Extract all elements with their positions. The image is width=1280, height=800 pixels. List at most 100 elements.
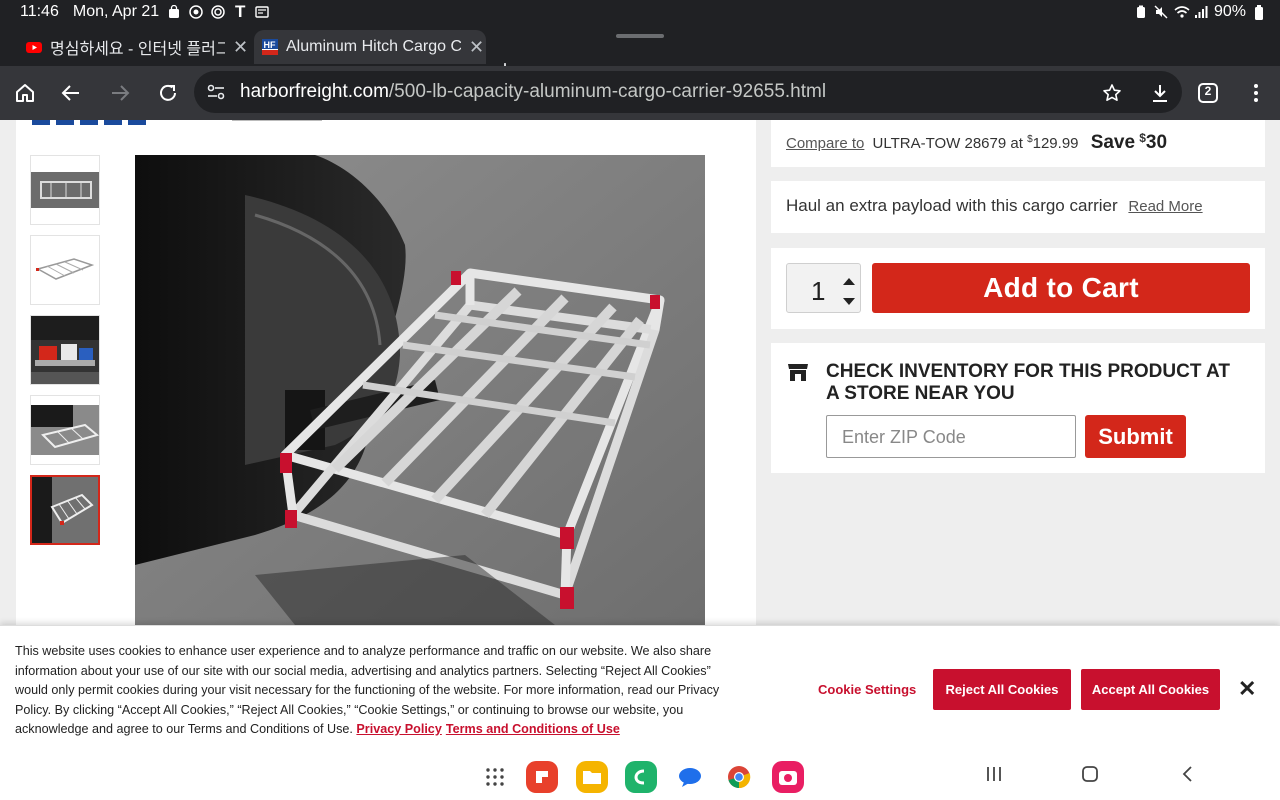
url-path: /500-lb-capacity-aluminum-cargo-carrier-…: [388, 81, 827, 102]
cookie-text-block: This website uses cookies to enhance use…: [15, 642, 735, 740]
home-button[interactable]: [11, 79, 39, 107]
add-to-cart-card: 1 Add to Cart: [771, 248, 1265, 329]
tab-youtube[interactable]: 명심하세요 - 인터넷 플러그를 ✕: [18, 30, 254, 64]
cookie-settings-button[interactable]: Cookie Settings: [818, 682, 916, 697]
inventory-heading: CHECK INVENTORY FOR THIS PRODUCT AT A ST…: [826, 361, 1230, 404]
rating-stars[interactable]: [32, 120, 332, 125]
thumbnail-image: [32, 477, 98, 543]
close-icon[interactable]: ✕: [1238, 676, 1256, 702]
notification-news-icon: [255, 5, 269, 19]
tab-title: 명심하세요 - 인터넷 플러그를: [50, 41, 225, 58]
quantity-stepper[interactable]: 1: [786, 263, 861, 313]
thumbnail-3[interactable]: [30, 315, 100, 385]
add-to-cart-button[interactable]: Add to Cart: [872, 263, 1250, 313]
quantity-value[interactable]: 1: [811, 276, 825, 307]
star-icon: [1103, 84, 1121, 101]
forward-button[interactable]: [106, 79, 134, 107]
status-date: Mon, Apr 21: [72, 3, 160, 20]
compare-to-link[interactable]: Compare to: [786, 135, 864, 152]
recent-apps-icon[interactable]: [985, 765, 1003, 789]
back-button[interactable]: [57, 79, 85, 107]
thumbnail-image: [31, 172, 99, 208]
mute-icon: [1154, 5, 1168, 19]
terms-link[interactable]: Terms and Conditions of Use: [446, 722, 620, 736]
status-time: 11:46: [20, 3, 59, 20]
home-icon: [16, 84, 34, 102]
save-currency: $: [1139, 131, 1146, 145]
submit-button[interactable]: Submit: [1085, 415, 1186, 458]
home-nav-icon[interactable]: [1081, 765, 1099, 789]
save-amount: 30: [1145, 132, 1168, 153]
back-arrow-icon: [61, 85, 79, 101]
back-nav-icon[interactable]: [1180, 765, 1194, 789]
notification-target-icon: [211, 5, 225, 19]
reload-button[interactable]: [154, 79, 182, 107]
accept-all-cookies-button[interactable]: Accept All Cookies: [1081, 669, 1220, 710]
tab-title: Aluminum Hitch Cargo Ca: [286, 38, 461, 55]
address-bar[interactable]: harborfreight.com/500-lb-capacity-alumin…: [194, 71, 1182, 113]
browser-toolbar: harborfreight.com/500-lb-capacity-alumin…: [0, 66, 1280, 120]
close-tab-icon[interactable]: ✕: [469, 37, 484, 58]
messages-app-icon[interactable]: [674, 761, 706, 793]
thumbnail-1[interactable]: [30, 155, 100, 225]
thumbnail-image: [36, 258, 95, 280]
tab-count: 2: [1204, 84, 1212, 98]
camera-app-icon[interactable]: [772, 761, 804, 793]
flipboard-app-icon[interactable]: [526, 761, 558, 793]
taskbar: [0, 755, 1280, 800]
product-main-image[interactable]: [135, 155, 705, 625]
battery-icon: [1252, 5, 1266, 20]
menu-button[interactable]: [1242, 79, 1270, 107]
tab-cargo-carrier[interactable]: HF Aluminum Hitch Cargo Ca ✕: [254, 30, 486, 64]
more-vert-icon: [1254, 84, 1258, 102]
tab-strip: 명심하세요 - 인터넷 플러그를 ✕ HF Aluminum Hitch Car…: [0, 26, 1280, 83]
zip-code-input[interactable]: Enter ZIP Code: [826, 415, 1076, 458]
save-label: Save: [1090, 132, 1136, 153]
close-tab-icon[interactable]: ✕: [233, 37, 248, 58]
thumbnail-4[interactable]: [30, 395, 100, 465]
t-mobile-icon: T: [234, 2, 246, 21]
reject-all-cookies-button[interactable]: Reject All Cookies: [933, 669, 1071, 710]
my-files-app-icon[interactable]: [576, 761, 608, 793]
notification-bag-icon: [167, 4, 181, 19]
product-tagline: Haul an extra payload with this cargo ca…: [786, 196, 1118, 215]
download-button[interactable]: [1146, 79, 1174, 107]
battery-saver-icon: [1134, 5, 1148, 19]
compare-price: 129.99: [1032, 135, 1079, 152]
thumbnail-image: [31, 405, 99, 455]
url-text[interactable]: harborfreight.com/500-lb-capacity-alumin…: [240, 81, 826, 103]
bookmark-button[interactable]: [1098, 79, 1126, 107]
tab-switcher-button[interactable]: 2: [1194, 79, 1222, 107]
increment-icon[interactable]: [842, 273, 856, 291]
url-host: harborfreight.com: [240, 81, 389, 102]
svg-text:HF: HF: [264, 40, 276, 50]
site-settings-icon[interactable]: [206, 82, 226, 107]
product-gallery: [16, 120, 756, 625]
thumbnail-5[interactable]: [30, 475, 100, 545]
status-bar: 11:46 Mon, Apr 21 T 90%: [0, 0, 1280, 26]
tagline-card: Haul an extra payload with this cargo ca…: [771, 181, 1265, 233]
web-page: Compare to ULTRA-TOW 28679 at $129.99 Sa…: [0, 120, 1280, 625]
read-more-link[interactable]: Read More: [1128, 198, 1202, 215]
youtube-icon: [26, 39, 42, 55]
compare-text: ULTRA-TOW 28679 at: [872, 135, 1023, 152]
download-icon: [1153, 85, 1167, 102]
cookie-banner: This website uses cookies to enhance use…: [0, 625, 1280, 755]
privacy-policy-link[interactable]: Privacy Policy: [356, 722, 441, 736]
harbor-freight-icon: HF: [262, 39, 278, 55]
app-drawer-icon[interactable]: [485, 767, 505, 792]
decrement-icon[interactable]: [842, 294, 856, 312]
compare-price-card: Compare to ULTRA-TOW 28679 at $129.99 Sa…: [771, 120, 1265, 167]
forward-arrow-icon: [112, 85, 130, 101]
window-drag-handle[interactable]: [616, 34, 664, 38]
chrome-app-icon[interactable]: [723, 761, 755, 793]
wifi-icon: [1174, 5, 1190, 19]
inventory-card: CHECK INVENTORY FOR THIS PRODUCT AT A ST…: [771, 343, 1265, 473]
reload-icon: [160, 84, 176, 101]
phone-app-icon[interactable]: [625, 761, 657, 793]
thumbnail-image: [31, 316, 99, 384]
store-icon: [787, 361, 809, 388]
signal-icon: [1194, 5, 1208, 19]
thumbnail-2[interactable]: [30, 235, 100, 305]
notification-circle-icon: [189, 5, 203, 19]
